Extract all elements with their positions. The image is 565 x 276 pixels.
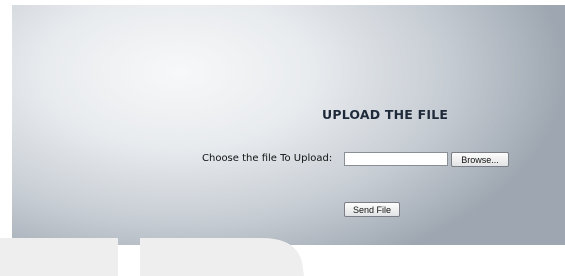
watermark-bar-2 — [44, 246, 84, 276]
page-title: UPLOAD THE FILE — [322, 107, 449, 122]
send-file-button[interactable]: Send File — [344, 202, 400, 217]
file-choose-label: Choose the file To Upload: — [202, 153, 333, 164]
upload-panel — [12, 5, 565, 245]
file-path-input[interactable] — [344, 152, 448, 166]
page-stage: UPLOAD THE FILE Choose the file To Uploa… — [0, 0, 565, 276]
browse-button[interactable]: Browse... — [451, 152, 509, 167]
